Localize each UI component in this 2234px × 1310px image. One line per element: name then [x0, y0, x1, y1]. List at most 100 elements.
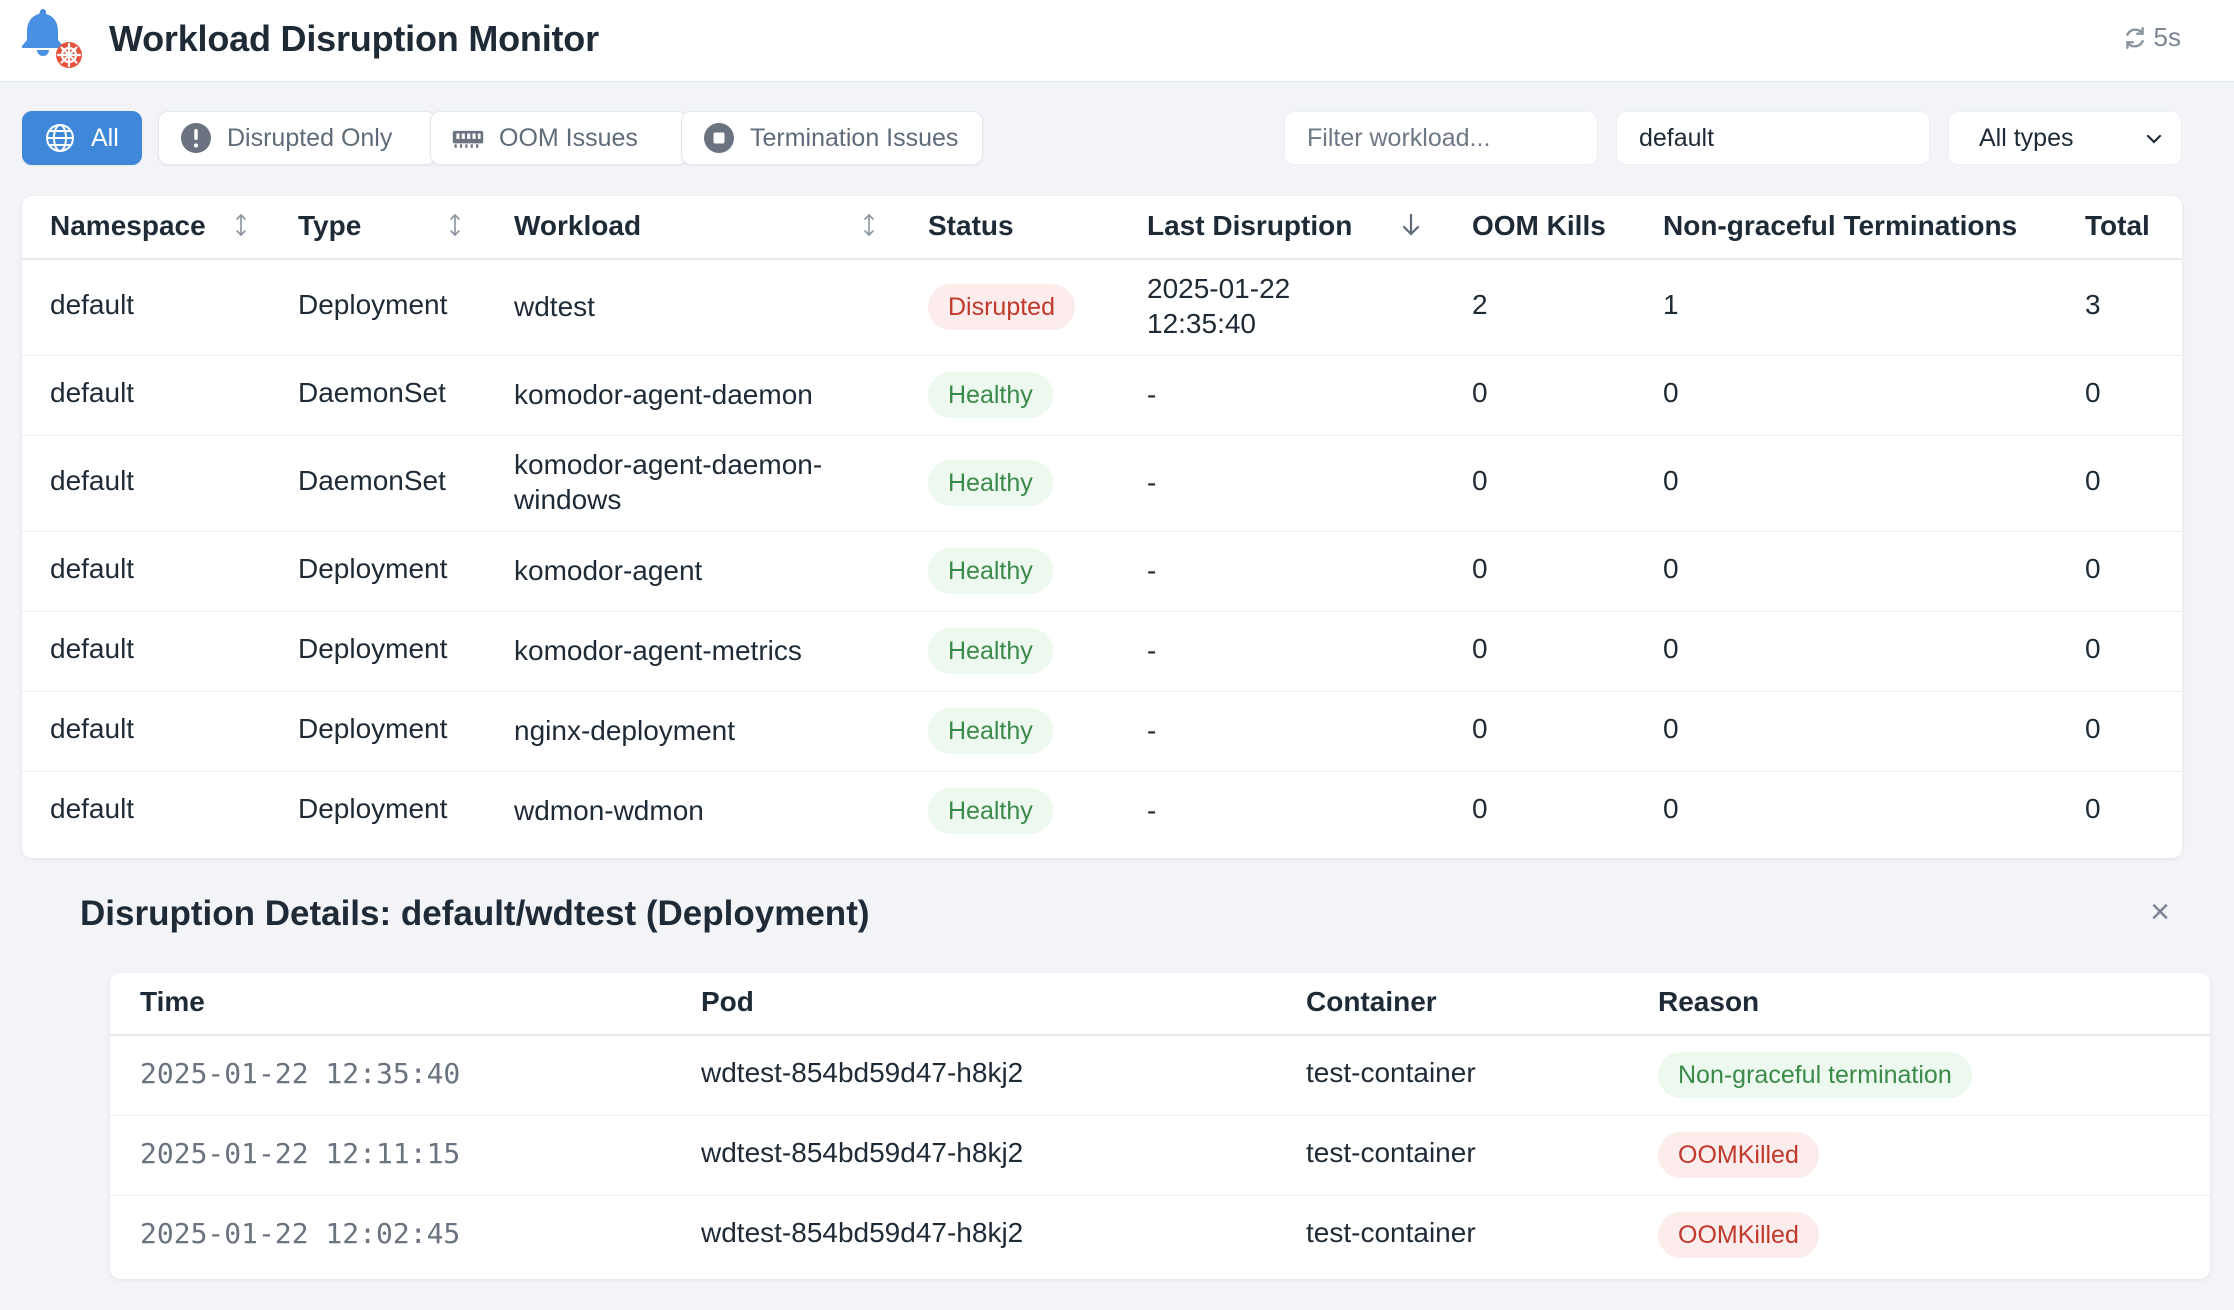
column-header-type[interactable]: Type [298, 210, 361, 242]
cell-namespace: default [50, 289, 135, 320]
column-header-total: Total [2085, 210, 2150, 241]
cell-total: 0 [2085, 713, 2101, 744]
cell-oom-kills: 0 [1472, 553, 1488, 584]
cell-terminations: 0 [1663, 377, 1679, 408]
cell-last-disruption: - [1147, 379, 1157, 410]
sort-icon[interactable] [232, 212, 250, 238]
cell-type: DaemonSet [298, 377, 446, 408]
filter-bar: All Disrupted Only OOM Issues Terminatio… [22, 111, 2182, 165]
cell-total: 0 [2085, 377, 2101, 408]
column-header-terminations: Non-graceful Terminations [1663, 210, 2018, 241]
workload-filter-input[interactable] [1284, 111, 1598, 165]
cell-total: 0 [2085, 633, 2101, 664]
chevron-down-icon [2146, 134, 2162, 144]
cell-type: Deployment [298, 553, 448, 584]
column-header-reason: Reason [1658, 986, 1760, 1017]
type-select[interactable]: All types [1948, 111, 2182, 165]
stop-circle-icon [704, 123, 734, 153]
sort-descending-icon[interactable] [1400, 212, 1422, 238]
cell-workload[interactable]: nginx-deployment [514, 713, 735, 748]
cell-workload[interactable]: komodor-agent [514, 553, 702, 588]
cell-container: test-container [1306, 1137, 1476, 1168]
workloads-table: Namespace Type Workload Status Last Disr… [22, 196, 2182, 858]
cell-time: 2025-01-22 12:02:45 [140, 1217, 461, 1250]
cell-pod: wdtest-854bd59d47-h8kj2 [701, 1057, 1024, 1088]
column-header-time: Time [140, 986, 205, 1017]
filter-disrupted-label: Disrupted Only [227, 123, 393, 152]
close-details-button[interactable]: × [2144, 895, 2176, 929]
cell-namespace: default [50, 465, 135, 496]
column-header-pod: Pod [701, 986, 754, 1017]
status-badge: Disrupted [928, 284, 1075, 330]
column-header-workload[interactable]: Workload [514, 210, 641, 242]
cell-type: Deployment [298, 289, 448, 320]
cell-last-disruption: - [1147, 467, 1157, 498]
filter-all-label: All [91, 123, 119, 152]
reason-badge: OOMKilled [1658, 1132, 1819, 1178]
column-header-status: Status [928, 210, 1014, 241]
disruption-details-table: Time Pod Container Reason 2025-01-22 12:… [110, 973, 2210, 1279]
cell-oom-kills: 0 [1472, 377, 1488, 408]
auto-refresh-indicator[interactable]: 5s [2122, 22, 2181, 53]
cell-terminations: 0 [1663, 793, 1679, 824]
cell-oom-kills: 2 [1472, 289, 1488, 320]
column-header-container: Container [1306, 986, 1437, 1017]
cell-last-disruption: - [1147, 795, 1157, 826]
status-badge: Healthy [928, 372, 1053, 418]
cell-oom-kills: 0 [1472, 633, 1488, 664]
cell-workload[interactable]: komodor-agent-daemon [514, 377, 813, 412]
cell-terminations: 0 [1663, 633, 1679, 664]
cell-namespace: default [50, 793, 135, 824]
filter-termination-button[interactable]: Termination Issues [681, 111, 983, 165]
cell-time: 2025-01-22 12:11:15 [140, 1137, 461, 1170]
memory-icon [452, 130, 484, 148]
cell-total: 0 [2085, 553, 2101, 584]
cell-last-disruption: - [1147, 715, 1157, 746]
reason-badge: Non-graceful termination [1658, 1052, 1972, 1098]
reason-badge: OOMKilled [1658, 1212, 1819, 1258]
status-badge: Healthy [928, 708, 1053, 754]
cell-terminations: 0 [1663, 713, 1679, 744]
status-badge: Healthy [928, 460, 1053, 506]
cell-oom-kills: 0 [1472, 465, 1488, 496]
cell-type: DaemonSet [298, 465, 446, 496]
cell-pod: wdtest-854bd59d47-h8kj2 [701, 1137, 1024, 1168]
cell-workload[interactable]: wdtest [514, 289, 595, 324]
details-title: Disruption Details: default/wdtest (Depl… [80, 894, 870, 933]
cell-workload[interactable]: komodor-agent-metrics [514, 633, 802, 668]
cell-terminations: 0 [1663, 465, 1679, 496]
filter-oom-label: OOM Issues [499, 123, 638, 152]
cell-last-disruption: - [1147, 635, 1157, 666]
cell-terminations: 1 [1663, 289, 1679, 320]
column-header-oom-kills: OOM Kills [1472, 210, 1606, 241]
sort-icon[interactable] [446, 212, 464, 238]
cell-container: test-container [1306, 1057, 1476, 1088]
cell-total: 3 [2085, 289, 2101, 320]
type-select-value: All types [1979, 123, 2074, 152]
cell-type: Deployment [298, 713, 448, 744]
column-header-namespace[interactable]: Namespace [50, 210, 206, 242]
status-badge: Healthy [928, 788, 1053, 834]
app-header: Workload Disruption Monitor 5s [0, 0, 2234, 82]
filter-all-button[interactable]: All [22, 111, 142, 165]
cell-workload[interactable]: komodor-agent-daemon-windows [514, 447, 822, 517]
refresh-interval: 5s [2153, 22, 2181, 52]
sort-icon[interactable] [860, 212, 878, 238]
namespace-filter-input[interactable] [1616, 111, 1930, 165]
cell-type: Deployment [298, 793, 448, 824]
cell-terminations: 0 [1663, 553, 1679, 584]
cell-namespace: default [50, 713, 135, 744]
filter-oom-button[interactable]: OOM Issues [430, 111, 688, 165]
filter-disrupted-button[interactable]: Disrupted Only [158, 111, 436, 165]
cell-namespace: default [50, 633, 135, 664]
cell-oom-kills: 0 [1472, 793, 1488, 824]
cell-time: 2025-01-22 12:35:40 [140, 1057, 461, 1090]
cell-workload[interactable]: wdmon-wdmon [514, 793, 704, 828]
cell-oom-kills: 0 [1472, 713, 1488, 744]
column-header-last-disruption[interactable]: Last Disruption [1147, 210, 1352, 242]
cell-namespace: default [50, 553, 135, 584]
app-title: Workload Disruption Monitor [109, 18, 599, 59]
cell-last-disruption: - [1147, 555, 1157, 586]
filter-termination-label: Termination Issues [750, 123, 959, 152]
cell-total: 0 [2085, 793, 2101, 824]
